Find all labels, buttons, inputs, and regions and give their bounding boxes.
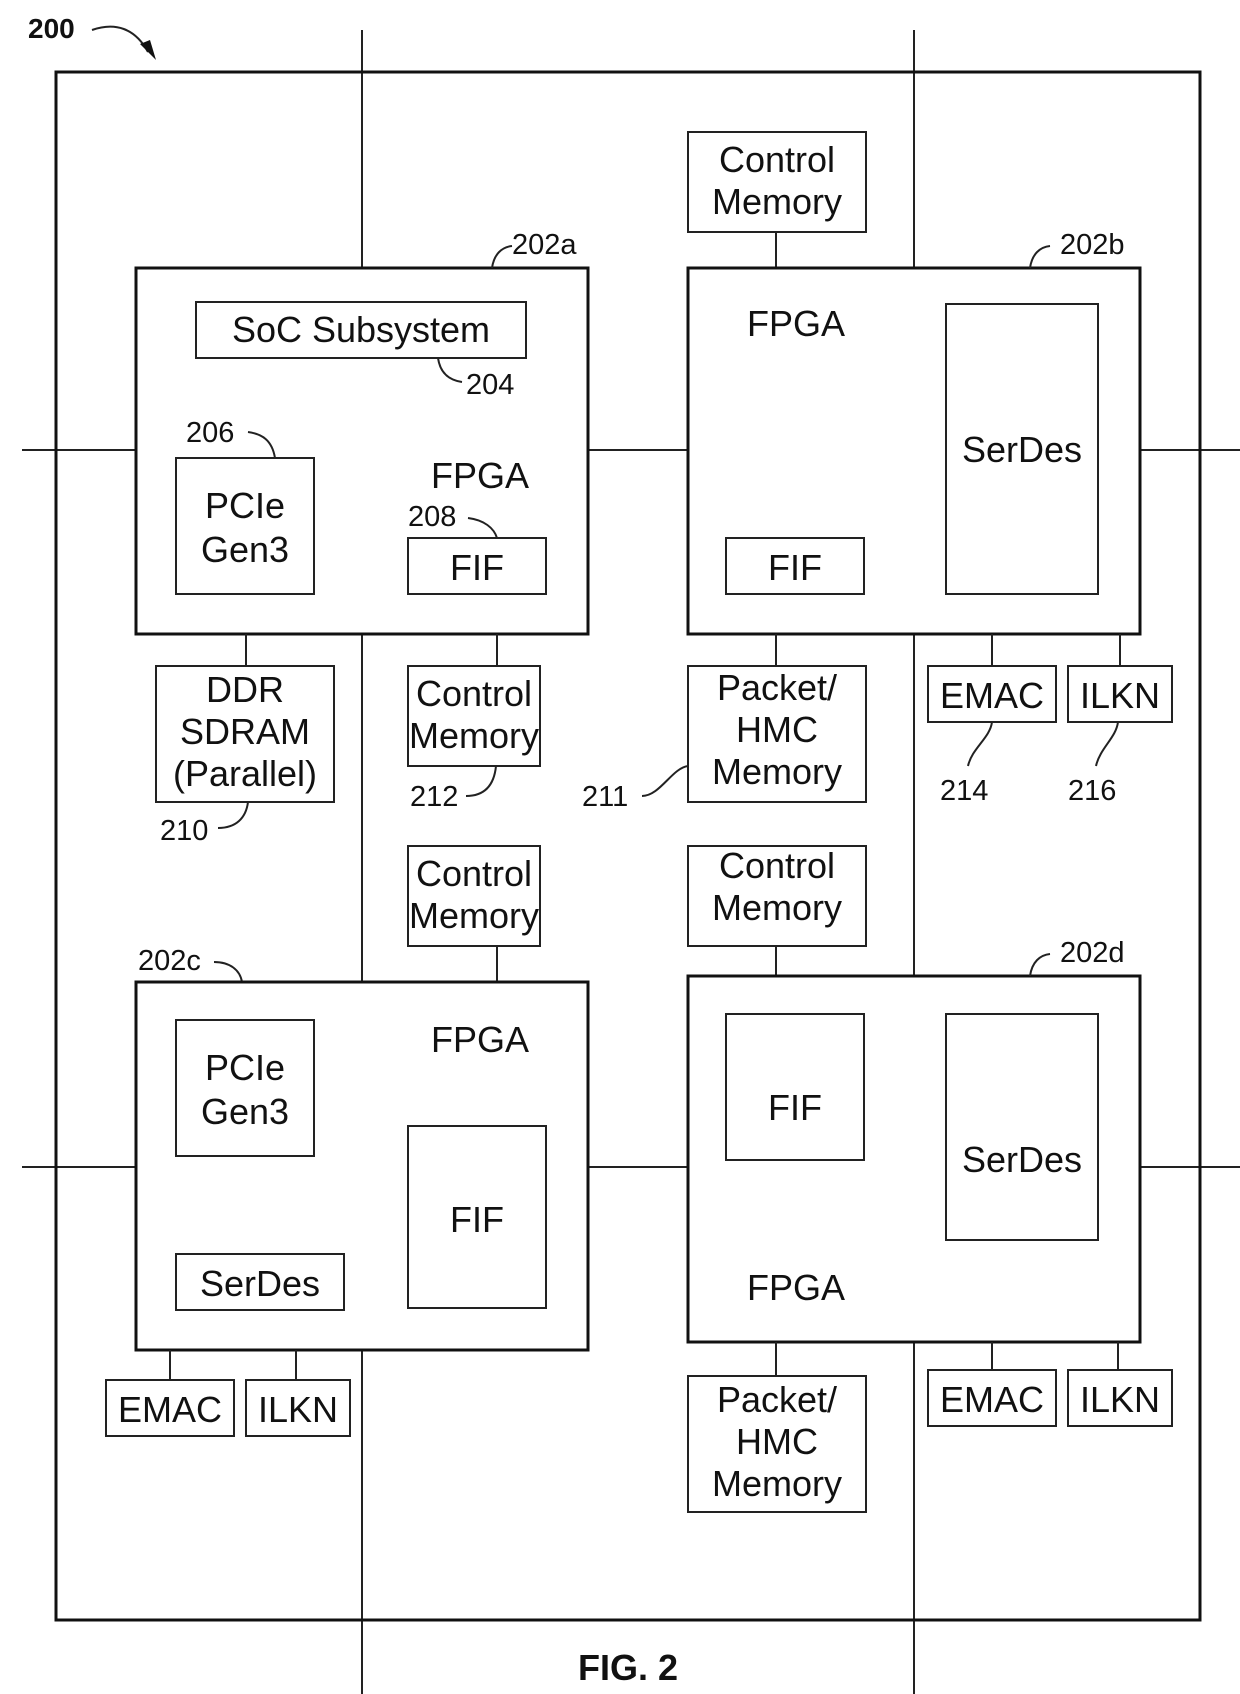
fif-202d-label: FIF [768,1087,822,1128]
pcie-gen3-box [175,457,315,595]
fpga-202b-title: FPGA [747,303,845,344]
soc-subsystem-label: SoC Subsystem [232,309,490,350]
ddr-label-line1: DDR [206,669,284,710]
fpga-202a-title: FPGA [431,455,529,496]
serdes-202b-label: SerDes [962,429,1082,470]
ref-210: 210 [160,815,208,847]
control-memory-202d-line1: Control [719,845,835,886]
ref-206: 206 [186,417,234,449]
control-memory-202b-line1: Control [719,139,835,180]
control-memory-202d-line2: Memory [712,887,842,928]
emac-214: EMAC 214 [927,665,1057,807]
ref-200: 200 [28,13,75,44]
figure-caption: FIG. 2 [578,1647,678,1688]
pcie-label-line1: PCIe [205,485,285,526]
serdes-202d-box [945,1013,1099,1241]
packet-memory-211-line2: HMC [736,709,818,750]
fpga-chip-202a: 202a SoC Subsystem 204 206 PCIe Gen3 FPG… [134,229,590,636]
ref-208: 208 [408,501,456,533]
ref-211-leader [641,765,689,797]
ref-214-leader [967,721,993,767]
pcie-202c-line2: Gen3 [201,1091,289,1132]
ref-202a-leader [491,245,513,269]
serdes-202d-label: SerDes [962,1139,1082,1180]
control-memory-202b-line2: Memory [712,181,842,222]
ddr-label-line2: SDRAM [180,711,310,752]
ref-210-leader [217,801,249,829]
ilkn-216-label: ILKN [1080,675,1160,716]
ref-202d: 202d [1060,937,1125,969]
ref-214: 214 [940,775,988,807]
control-memory-202c-line1: Control [416,853,532,894]
ilkn-202d-label: ILKN [1080,1379,1160,1420]
ref-212: 212 [410,781,458,813]
ref-216: 216 [1068,775,1116,807]
fpga-202d-title: FPGA [747,1267,845,1308]
fif-202c-label: FIF [450,1199,504,1240]
packet-memory-202d-line3: Memory [712,1463,842,1504]
packet-memory-211-line1: Packet/ [717,667,837,708]
fpga-system-diagram: 200 202a SoC Subsystem 204 206 PCIe Gen3… [22,13,1240,1694]
ddr-sdram-210: DDR SDRAM (Parallel) 210 [155,665,335,847]
ilkn-202c-label: ILKN [258,1389,338,1430]
control-memory-212: Control Memory 212 [407,665,541,813]
emac-202d-label: EMAC [940,1379,1044,1420]
ref-202c: 202c [138,945,201,977]
ilkn-216: ILKN 216 [1067,665,1173,807]
fpga-202c-title: FPGA [431,1019,529,1060]
packet-memory-211-line3: Memory [712,751,842,792]
emac-214-label: EMAC [940,675,1044,716]
ref-202b: 202b [1060,229,1125,261]
pcie-202c-box [175,1019,315,1157]
ref-200-arrow [91,25,149,53]
pcie-label-line2: Gen3 [201,529,289,570]
control-memory-212-line2: Memory [409,715,539,756]
pcie-202c-line1: PCIe [205,1047,285,1088]
packet-memory-202d-line1: Packet/ [717,1379,837,1420]
ref-202c-leader [213,961,243,983]
ref-216-leader [1095,721,1119,767]
serdes-202c-label: SerDes [200,1263,320,1304]
control-memory-202c-line2: Memory [409,895,539,936]
ref-204: 204 [466,369,514,401]
emac-202c-label: EMAC [118,1389,222,1430]
ref-202a: 202a [512,229,577,261]
packet-memory-211: Packet/ HMC Memory 211 [582,665,867,813]
fif-202a-label: FIF [450,547,504,588]
ref-212-leader [465,765,497,797]
ddr-label-line3: (Parallel) [173,753,317,794]
packet-memory-202d-line2: HMC [736,1421,818,1462]
ref-202b-leader [1029,245,1051,269]
ref-202d-leader [1029,953,1051,977]
ref-211: 211 [582,781,628,813]
control-memory-212-line1: Control [416,673,532,714]
fif-202b-label: FIF [768,547,822,588]
